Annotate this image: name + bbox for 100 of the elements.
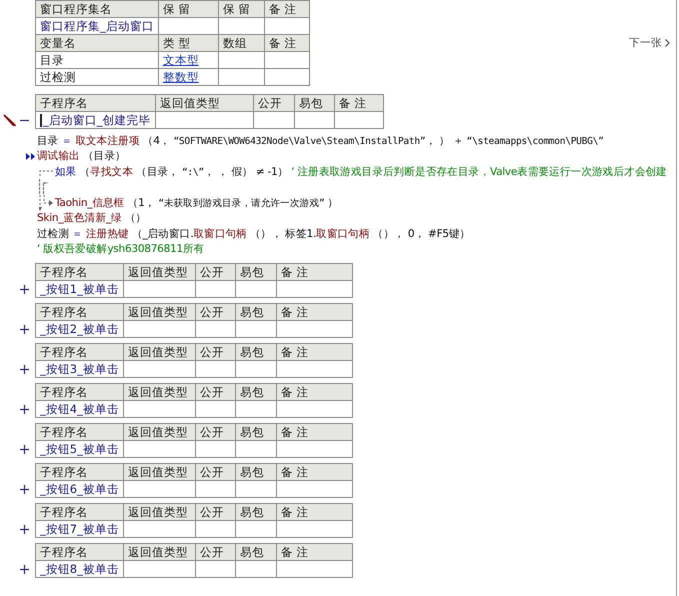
expand-icon[interactable] — [20, 444, 29, 454]
table-cell — [334, 112, 384, 128]
table-cell — [254, 112, 294, 128]
column-header: 公开 — [196, 304, 236, 320]
subroutine-name[interactable]: _按钮1_被单击 — [36, 280, 124, 298]
flow-arrow — [39, 194, 55, 211]
table-cell — [264, 68, 310, 86]
subroutine-name[interactable]: _按钮5_被单击 — [36, 440, 124, 458]
column-header: 返回值类型 — [124, 344, 196, 360]
code-line: Taohin_信息框 （1， “未获取到游戏目录，请允许一次游戏” ） — [55, 196, 338, 210]
expand-icon[interactable] — [20, 484, 29, 494]
table-cell — [196, 520, 236, 538]
table-cell — [218, 18, 264, 34]
table-cell — [264, 52, 310, 68]
expand-icon[interactable] — [20, 324, 29, 334]
if-statement: 如果 （寻找文本 （目录， “:\”， ， 假） ≠ -1） ‘ 注册表取游戏目录后判断是否存在目录，Valve表需要运行一次游戏后才会创建 — [55, 164, 667, 179]
column-header: 备 注 — [276, 344, 352, 360]
next-page-link[interactable]: 下一张 — [629, 36, 670, 50]
column-header: 公开 — [196, 424, 236, 440]
flow-line — [39, 168, 55, 176]
table-cell — [196, 400, 236, 418]
column-header: 易包 — [236, 504, 276, 520]
code-line: 过检测 ＝ 注册热键 （_启动窗口.取窗口句柄 （）， 标签1.取窗口句柄 （）， 0， #F5键） — [37, 226, 470, 241]
table-cell — [124, 280, 196, 298]
column-header: 返回值类型 — [124, 504, 196, 520]
expand-icon[interactable] — [20, 404, 29, 414]
column-header: 易包 — [236, 544, 276, 560]
variable-name: 过检测 — [36, 68, 158, 86]
expand-icon[interactable] — [20, 524, 29, 534]
subroutine-name[interactable]: _启动窗口_创建完毕 — [36, 112, 156, 128]
column-header: 备 注 — [276, 424, 352, 440]
table-cell — [236, 400, 276, 418]
column-header: 易包 — [294, 94, 334, 112]
column-header: 易包 — [236, 304, 276, 320]
subroutine-name[interactable]: _按钮2_被单击 — [36, 320, 124, 338]
expand-icon[interactable] — [20, 564, 29, 574]
column-header: 备 注 — [276, 384, 352, 400]
column-header: 易包 — [236, 264, 276, 280]
table-cell — [124, 320, 196, 338]
column-header: 子程序名 — [36, 464, 124, 480]
column-header: 备 注 — [264, 0, 310, 18]
column-header: 备 注 — [276, 504, 352, 520]
column-header: 公开 — [196, 264, 236, 280]
subroutine-name[interactable]: _按钮4_被单击 — [36, 400, 124, 418]
column-header: 子程序名 — [36, 424, 124, 440]
column-header: 子程序名 — [36, 544, 124, 560]
subroutine-name[interactable]: _按钮8_被单击 — [36, 560, 124, 578]
table-cell — [124, 440, 196, 458]
table-cell — [218, 52, 264, 68]
column-header: 子程序名 — [36, 344, 124, 360]
column-header: 子程序名 — [36, 304, 124, 320]
column-header: 备 注 — [264, 34, 310, 52]
variable-type[interactable]: 文本型 — [158, 52, 218, 68]
column-header: 子程序名 — [36, 264, 124, 280]
subroutine-name[interactable]: _按钮3_被单击 — [36, 360, 124, 378]
code-line: 目录 ＝ 取文本注册项 （4， “SOFTWARE\WOW6432Node\Valve\Steam\InstallPath”， ） ＋ “\steamapps\common\PUBG\” — [37, 134, 604, 148]
table-cell — [124, 560, 196, 578]
column-header: 返回值类型 — [124, 264, 196, 280]
column-header: 返回值类型 — [124, 464, 196, 480]
column-header: 保 留 — [158, 0, 218, 18]
column-header: 返回值类型 — [124, 544, 196, 560]
column-header: 返回值类型 — [124, 424, 196, 440]
column-header: 子程序名 — [36, 504, 124, 520]
column-header: 子程序名 — [36, 384, 124, 400]
table-cell — [196, 280, 236, 298]
table-cell — [236, 280, 276, 298]
table-cell — [124, 480, 196, 498]
column-header: 公开 — [196, 544, 236, 560]
table-cell — [236, 560, 276, 578]
column-header: 易包 — [236, 384, 276, 400]
column-header: 返回值类型 — [124, 304, 196, 320]
subroutine-name[interactable]: _按钮6_被单击 — [36, 480, 124, 498]
double-arrow-icon — [26, 152, 36, 160]
table-cell — [236, 440, 276, 458]
column-header: 公开 — [196, 504, 236, 520]
table-cell — [158, 18, 218, 34]
table-cell — [196, 480, 236, 498]
column-header: 易包 — [236, 344, 276, 360]
flow-line — [39, 179, 48, 196]
variable-type[interactable]: 整数型 — [158, 68, 218, 86]
code-line: 调试输出 （目录） — [37, 149, 126, 164]
column-header: 变量名 — [36, 34, 158, 52]
column-header: 备 注 — [276, 264, 352, 280]
column-header: 返回值类型 — [156, 94, 254, 112]
table-cell — [294, 112, 334, 128]
class-name[interactable]: 窗口程序集_启动窗口 — [36, 18, 158, 34]
column-header: 保 留 — [218, 0, 264, 18]
column-header: 备 注 — [276, 544, 352, 560]
subroutine-name[interactable]: _按钮7_被单击 — [36, 520, 124, 538]
column-header: 公开 — [196, 464, 236, 480]
expand-icon[interactable] — [20, 284, 29, 294]
table-cell — [124, 520, 196, 538]
column-header: 子程序名 — [36, 94, 156, 112]
expand-icon[interactable] — [20, 364, 29, 374]
table-cell — [124, 360, 196, 378]
column-header: 备 注 — [276, 304, 352, 320]
column-header: 类 型 — [158, 34, 218, 52]
table-cell — [236, 480, 276, 498]
table-cell — [196, 360, 236, 378]
table-cell — [218, 68, 264, 86]
